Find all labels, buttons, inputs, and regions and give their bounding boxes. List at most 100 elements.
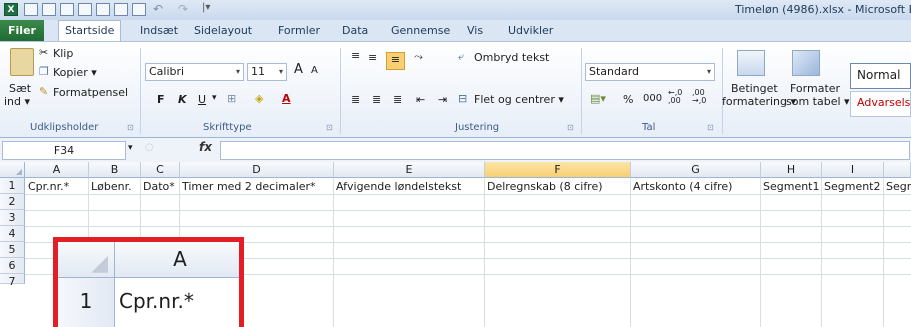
font-name-select[interactable]: Calibri ▾ (145, 63, 244, 81)
column-header-g[interactable]: G (631, 162, 761, 178)
tab-data[interactable]: Data (336, 20, 374, 41)
column-header-a[interactable]: A (25, 162, 89, 178)
shrink-font-button[interactable]: A (311, 65, 318, 76)
border-icon[interactable]: ⊞ (227, 92, 236, 105)
align-top-icon[interactable]: ≡ (351, 49, 360, 62)
cell-style-normal[interactable]: Normal (850, 63, 911, 89)
merge-icon[interactable]: ⊟ (458, 92, 467, 105)
column-header-c[interactable]: C (141, 162, 180, 178)
cell-c1[interactable]: Dato* (141, 179, 181, 194)
bold-button[interactable]: F (157, 93, 165, 106)
column-header-b[interactable]: B (89, 162, 141, 178)
column-header-i[interactable]: I (822, 162, 884, 178)
column-header-f[interactable]: F (485, 162, 631, 178)
alignment-dialog-launcher-icon[interactable]: ⊡ (567, 123, 574, 132)
font-size-select[interactable]: 11 ▾ (247, 63, 287, 81)
cut-button[interactable]: Klip (53, 47, 73, 60)
tab-view[interactable]: Vis (461, 20, 489, 41)
select-all-corner[interactable]: ◢ (0, 162, 25, 178)
row-header-1[interactable]: 1 (0, 178, 25, 194)
tab-insert[interactable]: Indsæt (134, 20, 184, 41)
format-as-table-icon[interactable] (792, 50, 820, 76)
cell-e1[interactable]: Afvigende løndelstekst (334, 179, 486, 194)
cell-g1[interactable]: Artskonto (4 cifre) (631, 179, 762, 194)
decrease-decimal-button[interactable]: ,00 →,0 (692, 89, 706, 105)
chart-icon[interactable] (132, 3, 146, 16)
dialog-launcher-icon[interactable]: ⊡ (127, 123, 134, 132)
cell-b1[interactable]: Løbenr. (89, 179, 142, 194)
tab-file[interactable]: Filer (0, 20, 44, 41)
row-header-2[interactable]: 2 (0, 194, 25, 210)
undo-icon[interactable]: ↶ (153, 2, 163, 16)
paste-dropdown[interactable]: ind ▾ (4, 95, 30, 108)
align-right-icon[interactable]: ≣ (393, 93, 402, 106)
cell-style-warning[interactable]: Advarsels (850, 91, 911, 117)
column-header-h[interactable]: H (761, 162, 822, 178)
align-bottom-icon[interactable]: ≡ (386, 52, 405, 70)
paste-icon[interactable] (10, 48, 34, 76)
wrap-text-icon[interactable]: ⤶ (458, 50, 464, 64)
name-box-dropdown-icon[interactable]: ▾ (128, 143, 133, 153)
align-middle-icon[interactable]: ≡ (368, 51, 377, 64)
cell-d1[interactable]: Timer med 2 decimaler* (180, 179, 335, 194)
column-header-d[interactable]: D (180, 162, 334, 178)
cell-i1[interactable]: Segment2 (822, 179, 885, 194)
increase-indent-icon[interactable]: ⇥ (438, 93, 447, 106)
row-header-5[interactable]: 5 (0, 242, 25, 258)
paste-button[interactable]: Sæt (9, 82, 31, 95)
cell-h1[interactable]: Segment1 (761, 179, 823, 194)
name-box[interactable]: F34 (2, 141, 126, 160)
italic-button[interactable]: K (178, 93, 187, 106)
grow-font-button[interactable]: A (294, 62, 303, 77)
conditional-formatting-icon[interactable] (737, 50, 765, 76)
tab-home[interactable]: Startside (58, 20, 122, 41)
percent-button[interactable]: % (623, 93, 633, 106)
cut-icon[interactable]: ✂ (39, 46, 48, 59)
row-header-7[interactable]: 7 (0, 274, 25, 288)
align-left-icon[interactable]: ≣ (351, 93, 360, 106)
print-preview-icon[interactable] (60, 3, 74, 16)
format-as-table-dropdown[interactable]: som tabel ▾ (786, 95, 850, 108)
conditional-formatting-dropdown[interactable]: formatering ▾ (722, 95, 796, 108)
number-format-select[interactable]: Standard ▾ (585, 63, 715, 81)
format-painter-button[interactable]: Formatpensel (53, 86, 128, 99)
row-header-4[interactable]: 4 (0, 226, 25, 242)
thousands-button[interactable]: 000 (643, 93, 662, 104)
format-as-table-button[interactable]: Formater (790, 82, 840, 95)
underline-dropdown-icon[interactable]: ▾ (212, 93, 217, 103)
cell-a1[interactable]: Cpr.nr.* (26, 179, 90, 194)
tab-formulas[interactable]: Formler (272, 20, 326, 41)
number-dialog-launcher-icon[interactable]: ⊡ (707, 123, 714, 132)
row-header-6[interactable]: 6 (0, 258, 25, 274)
insert-icon[interactable] (114, 3, 128, 16)
copy-button[interactable]: Kopier ▾ (53, 66, 97, 79)
orientation-icon[interactable]: ⤳ (414, 50, 423, 64)
insert-function-icon[interactable]: fx (199, 140, 212, 154)
tab-review[interactable]: Gennemse (385, 20, 456, 41)
save-icon[interactable] (42, 3, 56, 16)
conditional-formatting-button[interactable]: Betinget (731, 82, 778, 95)
table-icon[interactable] (78, 3, 92, 16)
row-header-3[interactable]: 3 (0, 210, 25, 226)
format-painter-icon[interactable]: ✎ (39, 85, 48, 98)
column-header-e[interactable]: E (334, 162, 485, 178)
decrease-indent-icon[interactable]: ⇤ (416, 93, 425, 106)
new-file-icon[interactable] (24, 3, 38, 16)
copy-icon[interactable]: ❐ (39, 65, 49, 78)
font-color-icon[interactable]: A (282, 92, 291, 105)
wrap-text-button[interactable]: Ombryd tekst (474, 51, 549, 64)
cell-j1[interactable]: Segr (884, 179, 911, 194)
cell-f1[interactable]: Delregnskab (8 cifre) (485, 179, 632, 194)
redo-icon[interactable]: ↷ (178, 2, 188, 16)
pivot-icon[interactable] (96, 3, 110, 16)
font-dialog-launcher-icon[interactable]: ⊡ (326, 123, 333, 132)
customize-qat-icon[interactable]: |▾ (202, 2, 210, 13)
tab-developer[interactable]: Udvikler (502, 20, 559, 41)
fill-color-icon[interactable]: ◈ (255, 92, 263, 105)
align-center-icon[interactable]: ≣ (372, 93, 381, 106)
currency-icon[interactable]: ▤▾ (590, 92, 606, 105)
column-header-next[interactable] (884, 162, 911, 178)
increase-decimal-button[interactable]: ←,0,00 (668, 89, 682, 105)
tab-page-layout[interactable]: Sidelayout (188, 20, 258, 41)
formula-input[interactable] (220, 141, 910, 160)
